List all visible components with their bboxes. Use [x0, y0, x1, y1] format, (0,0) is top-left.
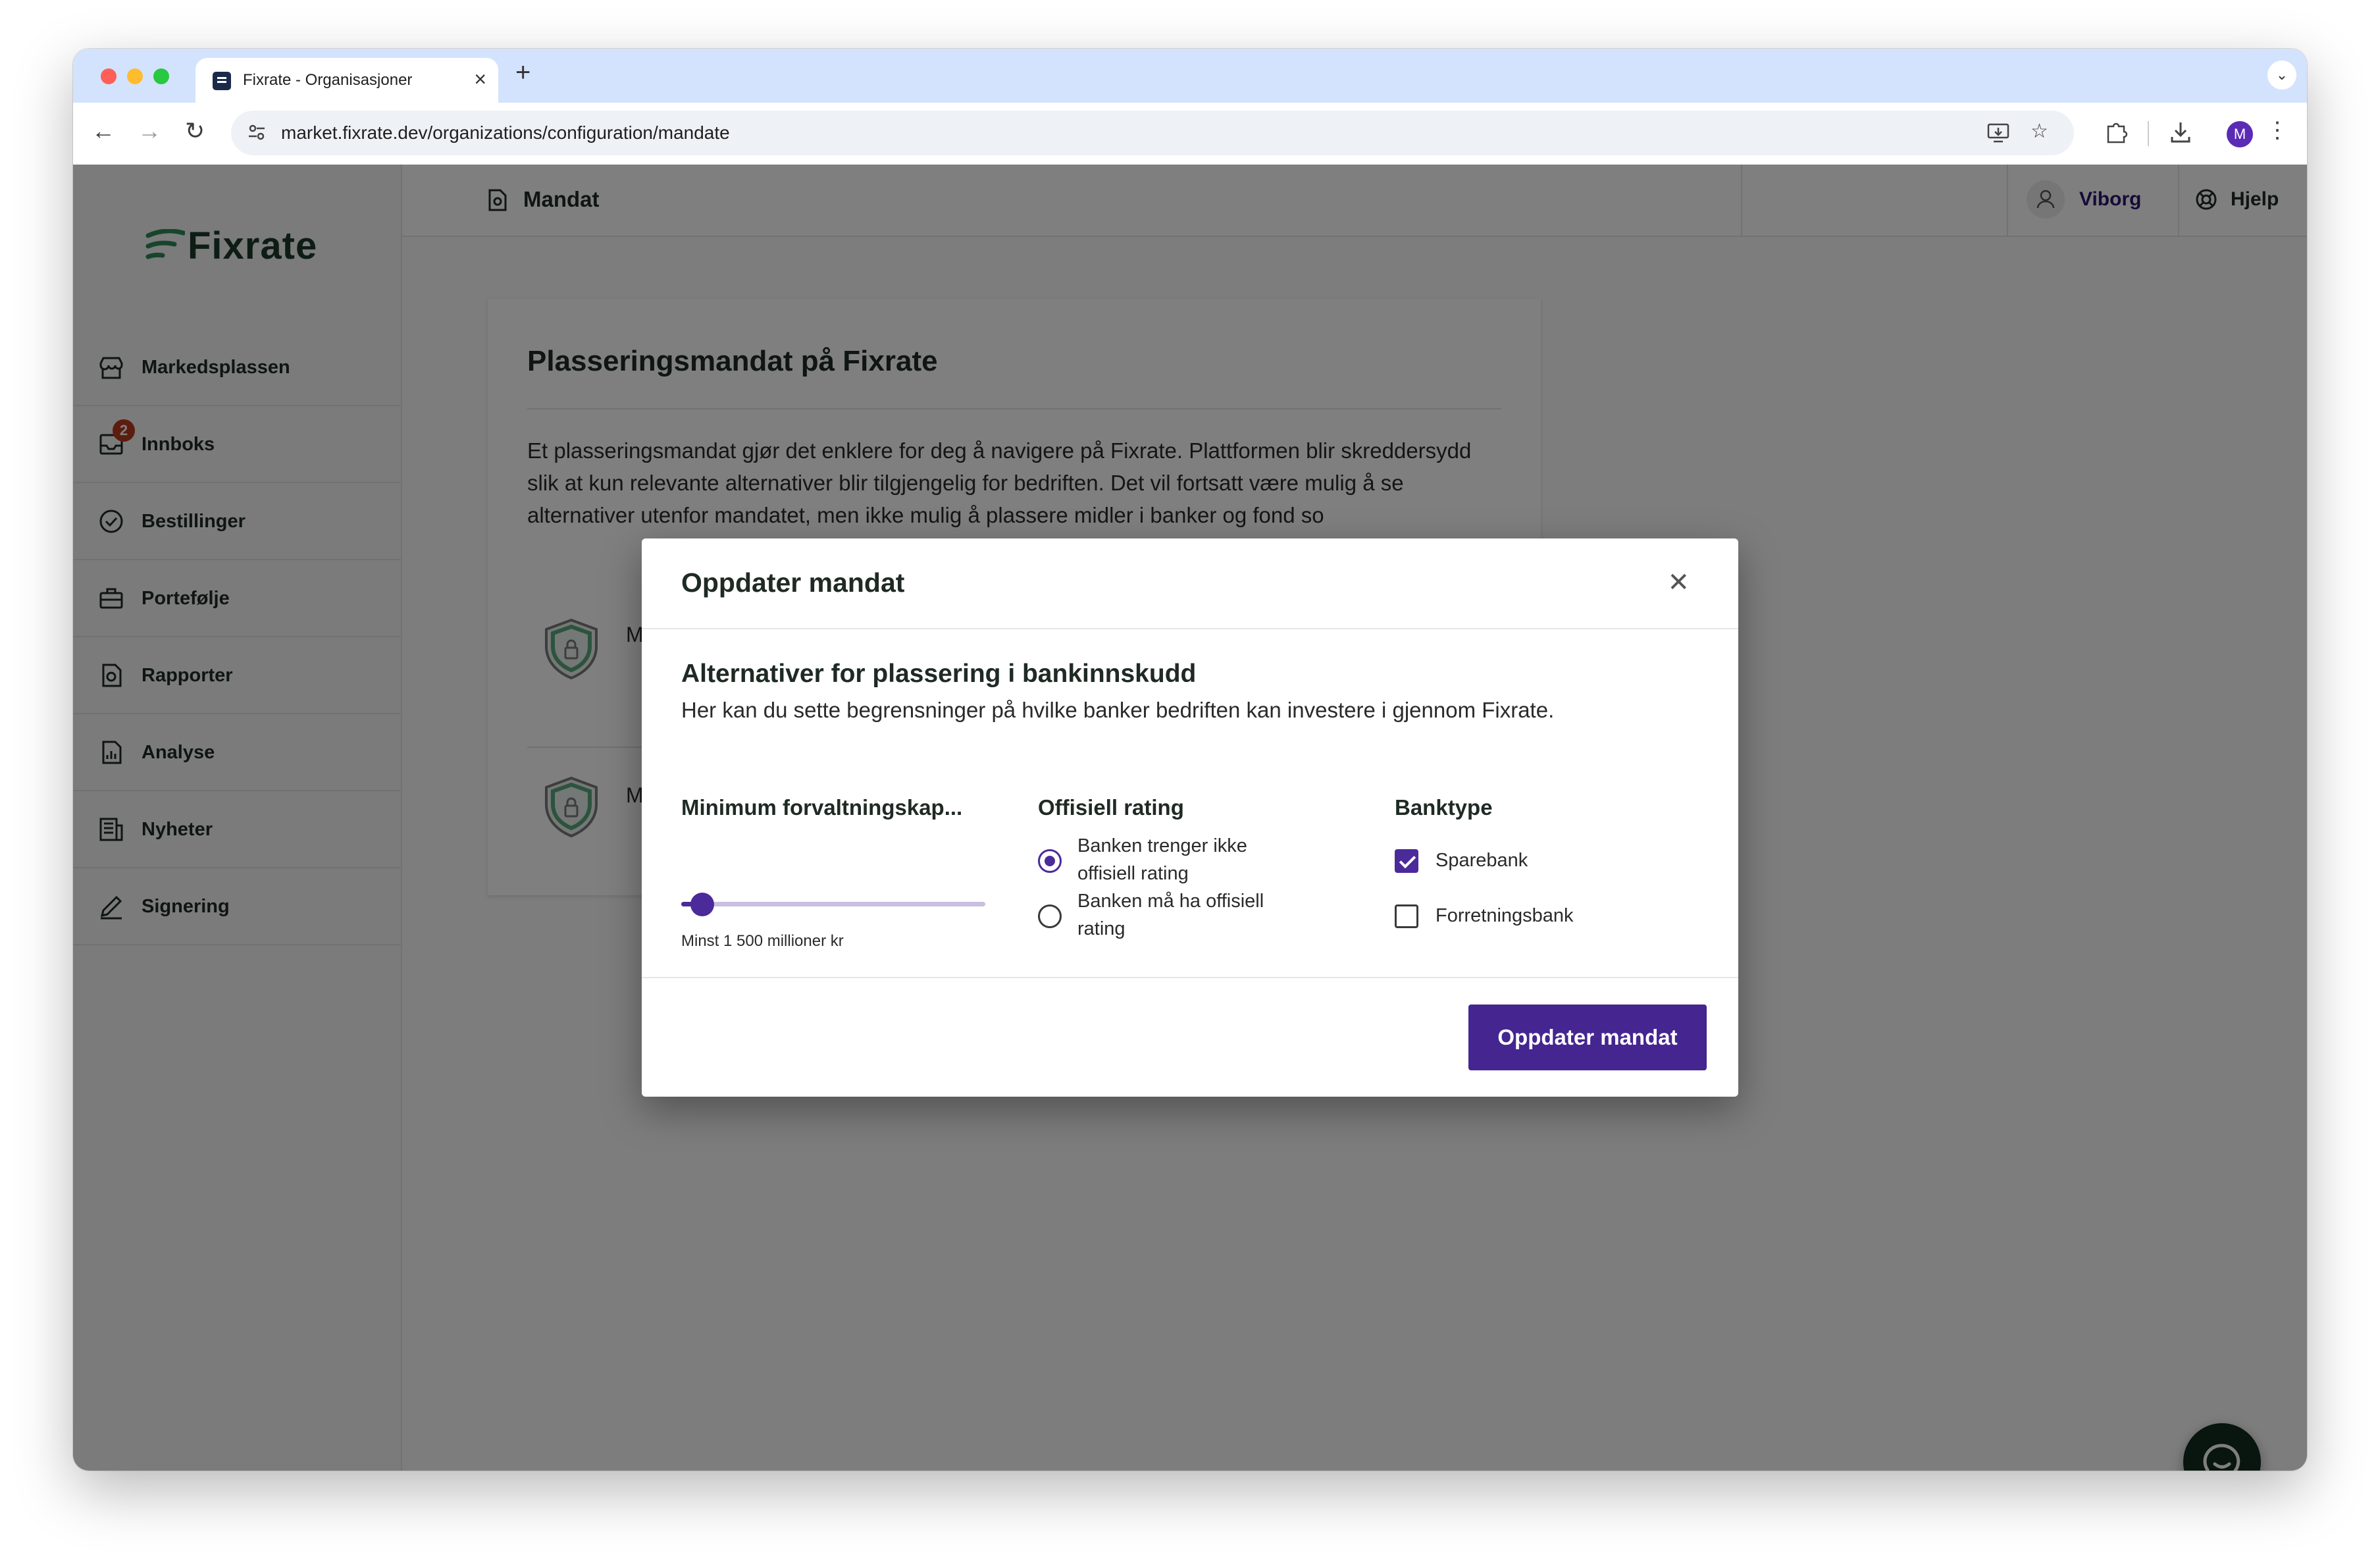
capital-title: Minimum forvaltningskap... — [681, 795, 963, 820]
extensions-icon[interactable] — [2104, 120, 2128, 144]
install-app-icon[interactable] — [1987, 122, 2009, 144]
url-text: market.fixrate.dev/organizations/configu… — [281, 122, 730, 143]
close-icon[interactable]: ✕ — [1667, 567, 1690, 598]
profile-avatar[interactable]: M — [2227, 121, 2253, 147]
site-info-icon[interactable] — [247, 122, 267, 142]
toolbar-divider — [2148, 121, 2149, 146]
back-icon[interactable]: ← — [91, 117, 115, 145]
address-bar[interactable]: market.fixrate.dev/organizations/configu… — [231, 111, 2074, 155]
capital-slider[interactable] — [681, 893, 985, 916]
rating-radio-not-required[interactable] — [1038, 849, 1062, 873]
minimize-window-button[interactable] — [127, 68, 143, 84]
rating-option-label: Banken trenger ikke offisiell rating — [1077, 835, 1247, 884]
bookmark-star-icon[interactable]: ☆ — [2031, 120, 2048, 143]
tab-close-icon[interactable]: × — [474, 67, 486, 91]
forward-icon[interactable]: → — [138, 117, 161, 145]
new-tab-icon[interactable]: + — [515, 58, 530, 88]
sparebank-checkbox[interactable] — [1395, 849, 1418, 873]
banktype-title: Banktype — [1395, 795, 1493, 820]
downloads-icon[interactable] — [2169, 120, 2192, 145]
close-window-button[interactable] — [101, 68, 116, 84]
rating-option-label: Banken må ha offisiell rating — [1077, 891, 1264, 939]
browser-toolbar: ← → ↻ market.fixrate.dev/organizations/c… — [73, 103, 2307, 166]
submit-mandate-button[interactable]: Oppdater mandat — [1468, 1005, 1707, 1070]
forretningsbank-checkbox[interactable] — [1395, 904, 1418, 928]
banktype-option-label: Sparebank — [1436, 850, 1528, 871]
dialog-subtitle: Alternativer for plassering i bankinnsku… — [681, 660, 1197, 688]
browser-window: Fixrate - Organisasjoner × + ⌄ ← → ↻ mar… — [73, 49, 2307, 1471]
tab-strip: Fixrate - Organisasjoner × + ⌄ — [73, 49, 2307, 103]
fixrate-favicon-icon — [213, 72, 231, 90]
dialog-footer-divider — [642, 977, 1738, 978]
update-mandate-dialog: Oppdater mandat ✕ Alternativer for plass… — [642, 538, 1738, 1097]
rating-title: Offisiell rating — [1038, 795, 1184, 820]
browser-tab[interactable]: Fixrate - Organisasjoner × — [195, 58, 498, 103]
rating-radio-required[interactable] — [1038, 904, 1062, 928]
capital-slider-caption: Minst 1 500 millioner kr — [681, 932, 844, 950]
kebab-menu-icon[interactable]: ⋮ — [2266, 117, 2289, 144]
dialog-title: Oppdater mandat — [681, 567, 905, 598]
tab-search-icon[interactable]: ⌄ — [2267, 61, 2296, 90]
dialog-description: Her kan du sette begrensninger på hvilke… — [681, 698, 1555, 722]
tab-title: Fixrate - Organisasjoner — [243, 71, 413, 89]
maximize-window-button[interactable] — [153, 68, 169, 84]
dialog-header-divider — [642, 628, 1738, 629]
capital-slider-thumb[interactable] — [690, 893, 715, 916]
banktype-option-label: Forretningsbank — [1436, 905, 1574, 926]
reload-icon[interactable]: ↻ — [185, 117, 205, 145]
